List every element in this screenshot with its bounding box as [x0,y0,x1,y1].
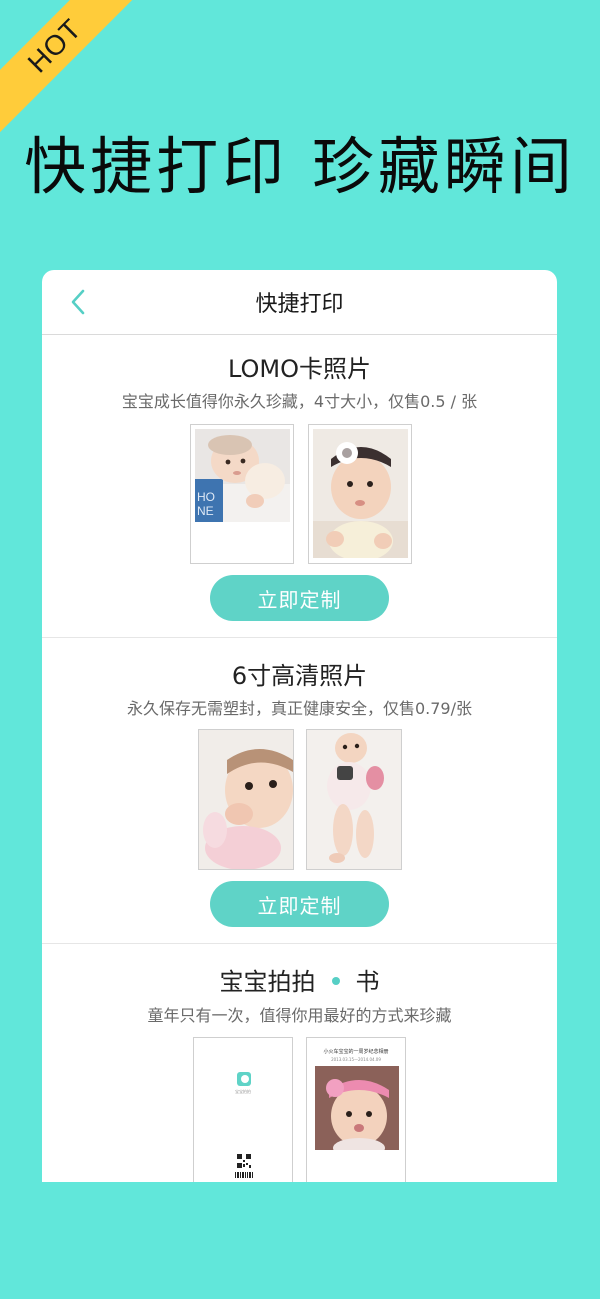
hero-title: 快捷打印 珍藏瞬间 [24,130,576,203]
section-subtitle: 永久保存无需塑封，真正健康安全，仅售0.79/张 [126,699,473,718]
barcode-icon [235,1172,253,1178]
book-date: 2013.03.15—2014.04.09 [331,1057,381,1062]
section-title: 宝宝拍拍 书 [42,962,557,997]
section-subtitle: 宝宝成长值得你永久珍藏，4寸大小，仅售0.5 / 张 [121,392,478,411]
svg-text:HO: HO [197,490,215,504]
nav-title: 快捷打印 [255,292,344,317]
lomo-sample-photo-1: HO NE [190,424,294,564]
book-cover-logo-text: 宝宝拍拍 [235,1089,251,1094]
photo-book-section: 宝宝拍拍 书 童年只有一次，值得你用最好的方式来珍藏 宝宝拍拍 小火车宝宝的一周岁… [42,944,557,1182]
lomo-sample-photo-2 [308,424,412,564]
customize-button[interactable]: 立即定制 [210,881,389,927]
customize-button[interactable]: 立即定制 [210,575,389,621]
app-logo-icon [237,1072,251,1086]
baby-photo-image [199,730,293,869]
chevron-left-icon [71,289,85,315]
section-subtitle: 童年只有一次，值得你用最好的方式来珍藏 [147,1006,452,1025]
six-inch-sample-photo-2 [306,729,402,870]
svg-text:NE: NE [197,504,214,518]
section-title: LOMO卡照片 [227,355,371,383]
separator-dot [331,977,340,985]
title-left: 宝宝拍拍 [219,968,316,996]
six-inch-photo-section: 6寸高清照片 永久保存无需塑封，真正健康安全，仅售0.79/张 立即定制 [42,638,557,944]
qr-code-icon [237,1154,251,1168]
book-title: 小火车宝宝的一周岁纪念相册 [323,1049,389,1055]
lomo-card-section: LOMO卡照片 宝宝成长值得你永久珍藏，4寸大小，仅售0.5 / 张 HO NE [42,335,557,638]
baby-photo-image [313,429,408,558]
six-inch-sample-photo-1 [198,729,294,870]
section-title: 6寸高清照片 [231,662,368,690]
back-button[interactable] [64,286,92,318]
book-front-cover: 小火车宝宝的一周岁纪念相册 2013.03.15—2014.04.09 [306,1037,406,1182]
baby-photo-image [307,730,401,869]
baby-photo-image [315,1066,399,1150]
title-right: 书 [355,968,380,996]
nav-bar: 快捷打印 [42,270,557,335]
phone-screen: 快捷打印 LOMO卡照片 宝宝成长值得你永久珍藏，4寸大小，仅售0.5 / 张 … [42,270,557,1182]
baby-photo-image: HO NE [195,429,290,522]
book-back-cover: 宝宝拍拍 [193,1037,293,1182]
